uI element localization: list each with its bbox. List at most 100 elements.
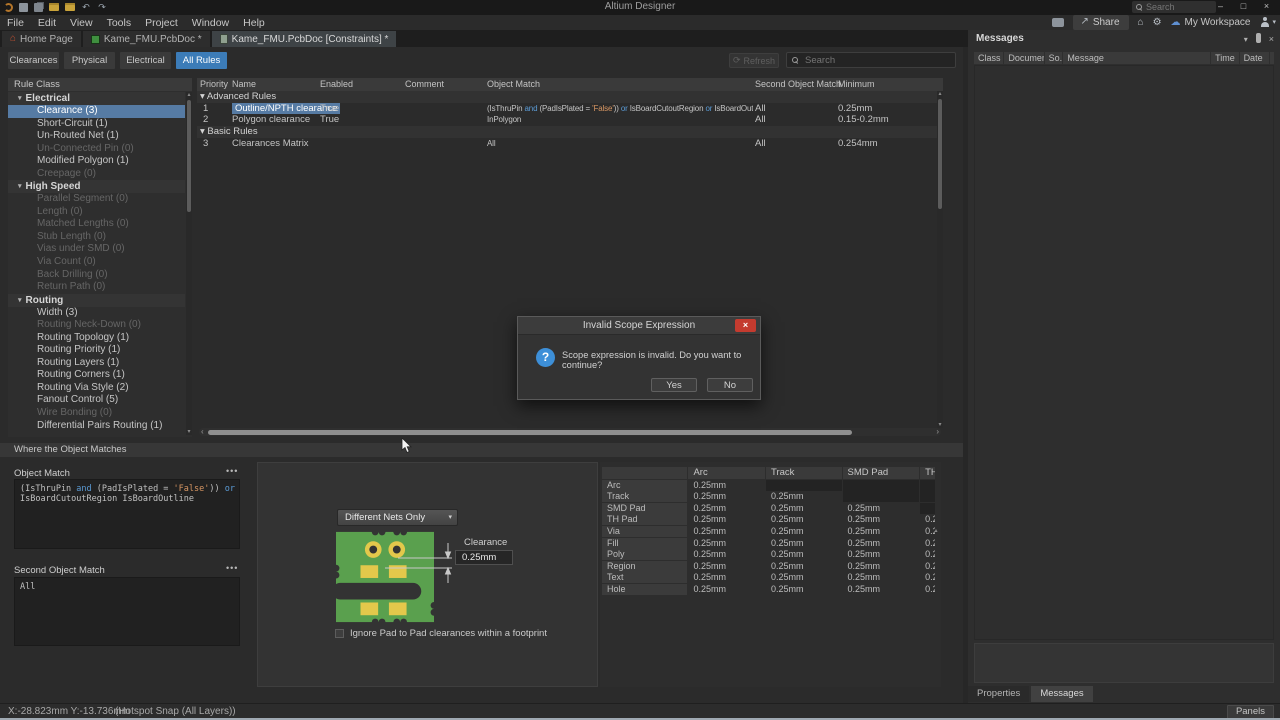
tree-item-routing-topology-1[interactable]: Routing Topology (1) — [8, 332, 185, 345]
col-name[interactable]: Name — [232, 78, 256, 91]
matrix-cell[interactable]: 0.25mm — [842, 514, 920, 526]
rule-row[interactable]: 1 Outline/NPTH clearance True (IsThruPin an… — [197, 102, 943, 115]
gear-icon[interactable]: ⚙ — [1153, 17, 1162, 29]
matrix-cell[interactable] — [920, 491, 935, 503]
menu-help[interactable]: Help — [236, 17, 272, 29]
share-button[interactable]: ↗ Share — [1073, 15, 1129, 30]
matrix-cell[interactable]: 0.25mm — [842, 537, 920, 549]
tree-item-routing-layers-1[interactable]: Routing Layers (1) — [8, 357, 185, 370]
msg-col-document[interactable]: Document — [1004, 52, 1044, 64]
tree-scroll-thumb[interactable] — [187, 100, 191, 212]
tree-group-routing[interactable]: ▾ Routing — [8, 293, 185, 307]
save-icon[interactable] — [19, 2, 28, 12]
copy-icon[interactable] — [34, 2, 43, 12]
menu-tools[interactable]: Tools — [100, 17, 139, 29]
tree-item-vias-under-smd-0[interactable]: Vias under SMD (0) — [8, 243, 185, 256]
matrix-row-label[interactable]: Text — [602, 572, 688, 584]
scroll-up-icon[interactable]: ▴ — [933, 528, 939, 534]
matrix-cell[interactable]: 0.25mm — [688, 549, 765, 561]
object-match-expression[interactable]: (IsThruPin and (PadIsPlated = 'False')) … — [14, 479, 240, 549]
menu-view[interactable]: View — [63, 17, 100, 29]
user-menu[interactable]: ▾ — [1259, 17, 1276, 29]
maximize-button[interactable]: □ — [1232, 0, 1255, 14]
tree-scrollbar[interactable]: ▴ ▾ — [186, 92, 192, 435]
matrix-cell[interactable] — [766, 479, 842, 491]
msg-col-class[interactable]: Class — [974, 52, 1004, 64]
matrix-cell[interactable]: 0.25mm — [688, 514, 765, 526]
matrix-cell[interactable]: 0.2 — [920, 537, 935, 549]
matrix-row-label[interactable]: Arc — [602, 479, 688, 491]
col-second-object-match[interactable]: Second Object Match — [755, 78, 841, 91]
second-object-match-builder-button[interactable]: ••• — [226, 563, 238, 573]
scroll-right-icon[interactable]: › — [936, 428, 939, 436]
ignore-pad-to-pad-checkbox[interactable] — [335, 629, 344, 638]
global-search[interactable] — [1132, 1, 1216, 13]
tree-item-un-connected-pin-0[interactable]: Un-Connected Pin (0) — [8, 143, 185, 156]
rule-row[interactable]: 3 Clearances Matrix All All 0.254mm — [197, 138, 943, 150]
matrix-cell[interactable]: 0.25mm — [688, 537, 765, 549]
matrix-cell[interactable]: 0.2 — [920, 560, 935, 572]
matrix-cell[interactable]: 0.25mm — [842, 549, 920, 561]
scroll-down-icon[interactable]: ▾ — [186, 429, 192, 435]
matrix-col-arc[interactable]: Arc — [688, 467, 765, 479]
matrix-cell[interactable]: 0.25mm — [688, 502, 765, 514]
matrix-col-smd-pad[interactable]: SMD Pad — [842, 467, 920, 479]
tree-item-return-path-0[interactable]: Return Path (0) — [8, 281, 185, 294]
undo-icon[interactable]: ↶ — [81, 2, 91, 12]
col-object-match[interactable]: Object Match — [487, 78, 540, 91]
matrix-cell[interactable]: 0.25mm — [766, 491, 842, 503]
tab-all-rules[interactable]: All Rules — [176, 52, 227, 69]
panel-tab-properties[interactable]: Properties — [968, 686, 1030, 702]
doc-tab-home-page[interactable]: ⌂ Home Page — [2, 31, 81, 47]
matrix-cell[interactable]: 0.2 — [920, 549, 935, 561]
matrix-cell[interactable] — [842, 479, 920, 491]
matrix-col-th[interactable]: TH — [920, 467, 935, 479]
matrix-cell[interactable]: 0.25mm — [766, 572, 842, 584]
matrix-cell[interactable]: 0.25mm — [766, 583, 842, 595]
redo-icon[interactable]: ↷ — [97, 2, 107, 12]
grid-hscroll-thumb[interactable] — [208, 429, 852, 435]
matrix-cell[interactable]: 0.25mm — [688, 583, 765, 595]
tree-item-matched-lengths-0[interactable]: Matched Lengths (0) — [8, 218, 185, 231]
tree-item-length-0[interactable]: Length (0) — [8, 206, 185, 219]
tree-item-via-count-0[interactable]: Via Count (0) — [8, 256, 185, 269]
home-icon[interactable]: ⌂ — [1138, 17, 1144, 29]
menu-file[interactable]: File — [0, 17, 31, 29]
tree-item-short-circuit-1[interactable]: Short-Circuit (1) — [8, 118, 185, 131]
tree-item-fanout-control-5[interactable]: Fanout Control (5) — [8, 394, 185, 407]
tree-item-modified-polygon-1[interactable]: Modified Polygon (1) — [8, 155, 185, 168]
dialog-close-button[interactable]: × — [735, 319, 756, 332]
matrix-cell[interactable]: 0.2 — [920, 583, 935, 595]
matrix-col-track[interactable]: Track — [766, 467, 842, 479]
matrix-row-label[interactable]: Poly — [602, 549, 688, 561]
matrix-cell[interactable]: 0.25mm — [766, 549, 842, 561]
matrix-cell[interactable]: 0.25mm — [688, 560, 765, 572]
object-match-builder-button[interactable]: ••• — [226, 466, 238, 476]
clearance-value-input[interactable]: 0.25mm — [455, 550, 513, 565]
grid-vscrollbar[interactable]: ▴ ▾ — [937, 91, 943, 428]
minimize-button[interactable]: – — [1209, 0, 1232, 14]
matrix-cell[interactable]: 0.25mm — [688, 491, 765, 503]
tree-item-routing-corners-1[interactable]: Routing Corners (1) — [8, 369, 185, 382]
grid-hscrollbar[interactable]: ‹ › — [199, 428, 941, 436]
rule-group-row[interactable]: ▾ Advanced Rules — [197, 91, 943, 103]
matrix-cell[interactable]: 0.25mm — [688, 572, 765, 584]
matrix-row-label[interactable]: Hole — [602, 583, 688, 595]
menu-project[interactable]: Project — [138, 17, 185, 29]
tree-item-differential-pairs-routing-1[interactable]: Differential Pairs Routing (1) — [8, 420, 185, 433]
msg-col-so[interactable]: So... — [1044, 52, 1063, 64]
tree-item-wire-bonding-0[interactable]: Wire Bonding (0) — [8, 407, 185, 420]
panels-button[interactable]: Panels — [1226, 705, 1274, 719]
matrix-cell[interactable] — [842, 491, 920, 503]
matrix-row-label[interactable]: TH Pad — [602, 514, 688, 526]
msg-col-n[interactable]: N... — [1269, 52, 1274, 64]
global-search-input[interactable] — [1146, 2, 1212, 12]
comment-icon[interactable] — [1052, 18, 1065, 27]
tree-item-routing-priority-1[interactable]: Routing Priority (1) — [8, 344, 185, 357]
tree-item-creepage-0[interactable]: Creepage (0) — [8, 168, 185, 181]
matrix-cell[interactable]: 0.25mm — [688, 479, 765, 491]
menu-window[interactable]: Window — [185, 17, 236, 29]
rules-search-input[interactable] — [803, 53, 950, 67]
matrix-cell[interactable] — [920, 502, 935, 514]
doc-tab-kame-fmu-pcbdoc[interactable]: Kame_FMU.PcbDoc * — [82, 31, 210, 47]
